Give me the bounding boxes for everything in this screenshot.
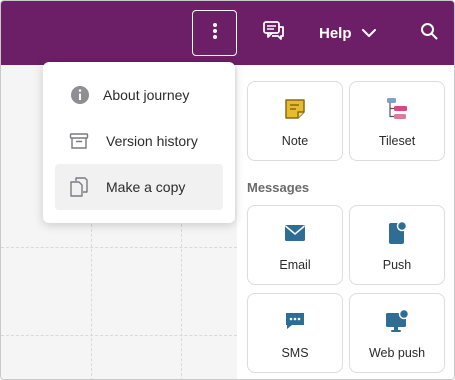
vertical-ellipsis-icon xyxy=(212,22,218,45)
comments-button[interactable] xyxy=(260,19,288,47)
sms-tile[interactable]: SMS xyxy=(247,293,343,373)
info-circle-icon xyxy=(69,84,91,106)
more-options-button[interactable] xyxy=(192,10,237,56)
web-push-icon xyxy=(384,308,410,334)
note-tile[interactable]: Note xyxy=(247,81,343,161)
push-icon xyxy=(384,220,410,246)
tileset-tile[interactable]: Tileset xyxy=(349,81,445,161)
tile-label: SMS xyxy=(281,346,309,360)
menu-item-version-history[interactable]: Version history xyxy=(55,118,223,164)
email-icon xyxy=(282,220,308,246)
sms-icon xyxy=(282,308,308,334)
tile-label: Note xyxy=(281,134,309,148)
help-menu-button[interactable]: Help xyxy=(319,19,376,47)
help-label: Help xyxy=(319,24,352,42)
note-icon xyxy=(282,96,308,122)
menu-item-make-a-copy[interactable]: Make a copy xyxy=(55,164,223,210)
top-bar: Help xyxy=(1,1,454,65)
more-options-menu: About journey Version history Make a cop… xyxy=(43,62,235,223)
components-panel: Note Tileset Messages Email Push SMS Web… xyxy=(237,65,454,379)
app-frame: Help Note Tileset Messages Email Push SM… xyxy=(0,0,455,380)
tile-label: Tileset xyxy=(378,134,416,148)
search-button[interactable] xyxy=(417,21,441,45)
archive-box-icon xyxy=(68,130,90,152)
tile-label: Web push xyxy=(368,346,426,360)
menu-item-label: Make a copy xyxy=(106,179,186,195)
menu-item-label: About journey xyxy=(103,87,190,103)
messages-section-title: Messages xyxy=(247,180,310,195)
grid-line xyxy=(1,247,237,248)
tile-label: Email xyxy=(279,258,311,272)
copy-icon xyxy=(68,176,90,198)
menu-item-label: Version history xyxy=(106,133,198,149)
search-icon xyxy=(420,22,438,45)
comments-icon xyxy=(263,20,285,46)
menu-item-about-journey[interactable]: About journey xyxy=(55,72,223,118)
chevron-down-icon xyxy=(361,25,376,42)
tileset-icon xyxy=(384,96,410,122)
grid-line xyxy=(1,335,237,336)
tile-label: Push xyxy=(382,258,412,272)
push-tile[interactable]: Push xyxy=(349,205,445,285)
email-tile[interactable]: Email xyxy=(247,205,343,285)
web-push-tile[interactable]: Web push xyxy=(349,293,445,373)
